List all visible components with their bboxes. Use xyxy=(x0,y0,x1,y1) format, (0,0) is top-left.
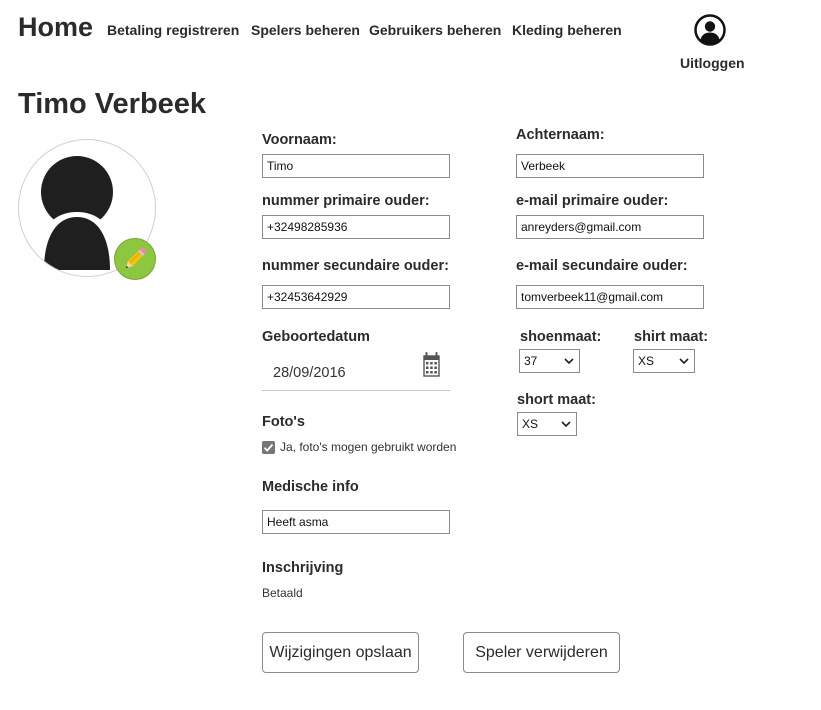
delete-player-button[interactable]: Speler verwijderen xyxy=(463,632,620,673)
page-title: Timo Verbeek xyxy=(18,88,207,120)
birthdate-input[interactable]: 28/09/2016 xyxy=(262,348,450,391)
phone-secondary-label: nummer secundaire ouder: xyxy=(262,258,449,274)
nav-gebruikers-beheren[interactable]: Gebruikers beheren xyxy=(369,22,501,38)
photos-label: Foto's xyxy=(262,414,305,430)
chevron-down-icon xyxy=(679,358,689,365)
short-size-select[interactable]: XS xyxy=(517,412,577,436)
nav-kleding-beheren[interactable]: Kleding beheren xyxy=(512,22,622,38)
chevron-down-icon xyxy=(564,358,574,365)
shoe-size-label: shoenmaat: xyxy=(520,329,602,345)
phone-secondary-input[interactable] xyxy=(262,285,450,309)
nav-betaling-registreren[interactable]: Betaling registreren xyxy=(107,22,239,38)
email-primary-label: e-mail primaire ouder: xyxy=(516,193,669,209)
voornaam-input[interactable] xyxy=(262,154,450,178)
short-size-label: short maat: xyxy=(517,392,596,408)
shoe-size-value: 37 xyxy=(524,354,538,368)
medical-input[interactable] xyxy=(262,510,450,534)
save-button[interactable]: Wijzigingen opslaan xyxy=(262,632,419,673)
email-primary-input[interactable] xyxy=(516,215,704,239)
short-size-value: XS xyxy=(522,417,539,431)
registration-status: Betaald xyxy=(262,586,303,600)
calendar-icon[interactable] xyxy=(423,348,440,378)
shirt-size-label: shirt maat: xyxy=(634,329,709,345)
medical-label: Medische info xyxy=(262,479,359,495)
chevron-down-icon xyxy=(561,421,571,428)
voornaam-label: Voornaam: xyxy=(262,132,337,148)
home-link[interactable]: Home xyxy=(18,12,93,43)
shirt-size-select[interactable]: XS xyxy=(633,349,695,373)
checkmark-icon xyxy=(263,443,274,452)
photos-checkbox[interactable] xyxy=(262,441,275,454)
shirt-size-value: XS xyxy=(638,354,655,368)
registration-label: Inschrijving xyxy=(262,560,344,576)
email-secondary-label: e-mail secundaire ouder: xyxy=(516,258,688,274)
photos-checkbox-label[interactable]: Ja, foto's mogen gebruikt worden xyxy=(280,440,456,454)
shoe-size-select[interactable]: 37 xyxy=(519,349,580,373)
user-circle-icon[interactable] xyxy=(694,14,726,46)
pencil-icon xyxy=(125,246,148,269)
achternaam-input[interactable] xyxy=(516,154,704,178)
birthdate-label: Geboortedatum xyxy=(262,329,370,345)
phone-primary-input[interactable] xyxy=(262,215,450,239)
nav-spelers-beheren[interactable]: Spelers beheren xyxy=(251,22,360,38)
logout-link[interactable]: Uitloggen xyxy=(680,55,745,71)
birthdate-value: 28/09/2016 xyxy=(273,365,346,381)
phone-primary-label: nummer primaire ouder: xyxy=(262,193,430,209)
avatar xyxy=(18,139,156,280)
email-secondary-input[interactable] xyxy=(516,285,704,309)
achternaam-label: Achternaam: xyxy=(516,127,605,143)
edit-photo-button[interactable] xyxy=(114,238,156,280)
